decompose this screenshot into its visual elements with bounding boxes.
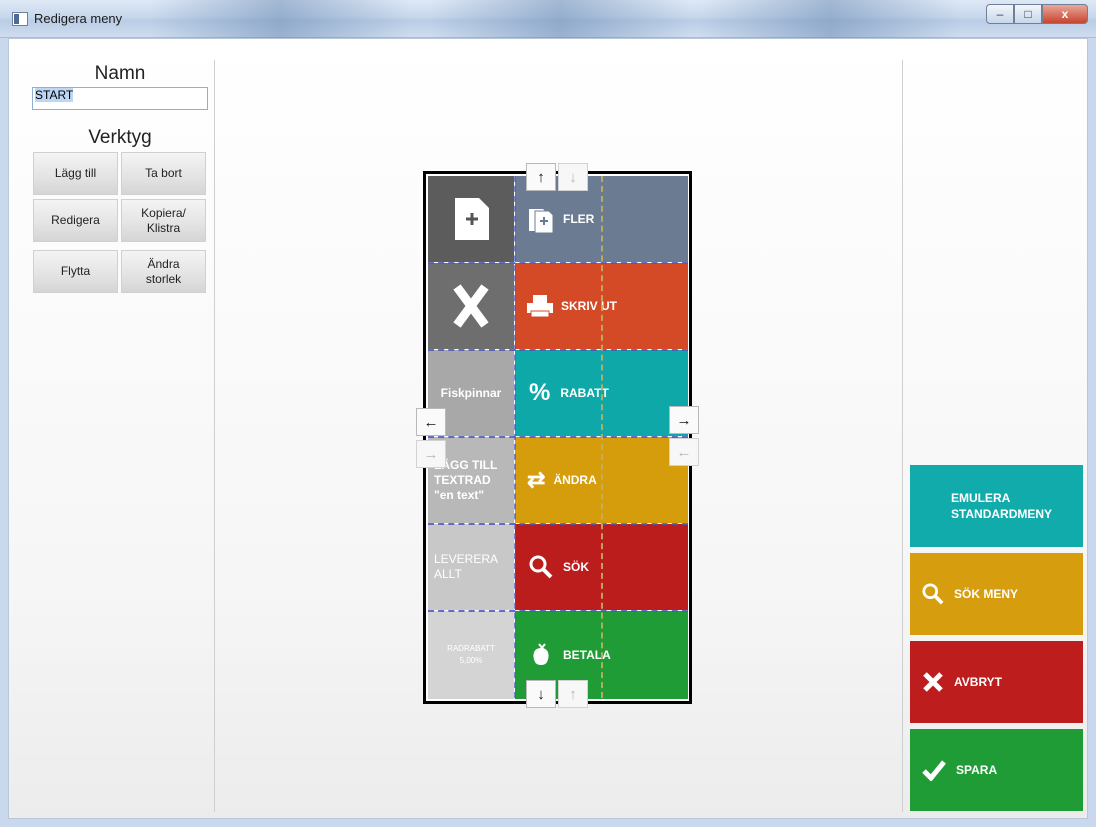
printer-icon [527, 295, 553, 318]
save-button[interactable]: SPARA [910, 729, 1083, 811]
grid-column-separator [514, 176, 516, 698]
grid-row-separator [428, 436, 688, 438]
name-input-value: START [35, 88, 74, 102]
money-icon [533, 643, 549, 665]
move-up-bottom-button[interactable]: ↑ [558, 680, 588, 708]
move-left-button[interactable]: ← [416, 408, 446, 436]
tools-label: Verktyg [88, 127, 152, 148]
more-pages-icon [529, 209, 554, 234]
grid-row-separator [428, 610, 688, 612]
grid-column-separator [601, 176, 603, 698]
grid-row-separator [428, 523, 688, 525]
name-label: Namn [94, 63, 146, 84]
copy-paste-button[interactable]: Kopiera/ Klistra [121, 199, 206, 242]
grid-tile-row-discount[interactable]: RADRABATT 5,00% [428, 611, 514, 699]
grid-tile-delete[interactable] [428, 263, 514, 349]
cancel-button[interactable]: AVBRYT [910, 641, 1083, 723]
big-x-icon [453, 284, 489, 328]
minimize-button[interactable]: – [986, 4, 1014, 24]
tile-label: BETALA [563, 648, 611, 662]
action-label: SÖK MENY [954, 587, 1019, 601]
swap-arrows-icon: ⇄ [527, 467, 546, 492]
move-button[interactable]: Flytta [33, 250, 118, 293]
grid-row-separator [428, 349, 688, 351]
cross-icon [923, 672, 943, 692]
window-title: Redigera meny [34, 11, 123, 26]
resize-button[interactable]: Ändra storlek [121, 250, 206, 293]
grid-tile-deliver-all[interactable]: LEVERERA ALLT [428, 524, 514, 610]
magnifier-icon [529, 555, 553, 579]
tile-label: LEVERERA ALLT [434, 552, 499, 581]
edit-button[interactable]: Redigera [33, 199, 118, 242]
move-down-button[interactable]: ↓ [526, 680, 556, 708]
grid-tile-add[interactable] [428, 176, 514, 262]
move-down-top-button[interactable]: ↓ [558, 163, 588, 191]
tile-label: SÖK [563, 560, 590, 574]
emulate-standard-menu-button[interactable]: EMULERA STANDARDMENY [910, 465, 1083, 547]
tile-label: ÄNDRA [553, 473, 597, 487]
move-up-button[interactable]: ↑ [526, 163, 556, 191]
maximize-button[interactable]: □ [1014, 4, 1042, 24]
right-panel-divider [902, 60, 903, 812]
action-label: EMULERA STANDARDMENY [950, 491, 1053, 521]
title-bar: Redigera meny – □ x [0, 0, 1096, 38]
app-icon [12, 12, 28, 26]
percent-icon: % [529, 379, 551, 406]
left-panel-divider [214, 60, 215, 812]
close-button[interactable]: x [1042, 4, 1088, 24]
tile-label: Fiskpinnar [440, 386, 502, 400]
move-right-button[interactable]: → [669, 406, 699, 434]
tile-label: FLER [563, 212, 595, 226]
action-label: SPARA [956, 763, 998, 777]
search-menu-button[interactable]: SÖK MENY [910, 553, 1083, 635]
tile-label: SKRIV UT [561, 299, 618, 313]
move-right-left-button[interactable]: → [416, 440, 446, 468]
add-page-icon [455, 198, 489, 240]
action-label: AVBRYT [954, 675, 1002, 689]
grid-row-separator [428, 262, 688, 264]
move-left-right-button[interactable]: ← [669, 438, 699, 466]
tile-label: RADRABATT 5,00% [447, 644, 495, 665]
magnifier-icon [922, 583, 944, 605]
add-button[interactable]: Lägg till [33, 152, 118, 195]
remove-button[interactable]: Ta bort [121, 152, 206, 195]
name-input[interactable]: START [32, 87, 208, 110]
checkmark-icon [922, 760, 946, 781]
